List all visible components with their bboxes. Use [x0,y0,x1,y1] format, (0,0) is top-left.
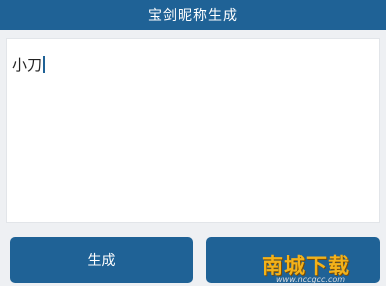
generate-button-label: 生成 [87,253,116,269]
secondary-button[interactable] [206,237,380,283]
app-screen: 宝剑昵称生成 小刀 生成 南城下载 www.nccgcc.com [0,0,386,286]
title-bar: 宝剑昵称生成 [0,0,386,30]
generate-button[interactable]: 生成 [10,237,193,283]
input-value: 小刀 [12,56,43,74]
nickname-input[interactable]: 小刀 [6,38,380,223]
input-content: 小刀 [12,54,46,75]
text-caret [43,56,46,73]
page-title: 宝剑昵称生成 [148,8,238,24]
